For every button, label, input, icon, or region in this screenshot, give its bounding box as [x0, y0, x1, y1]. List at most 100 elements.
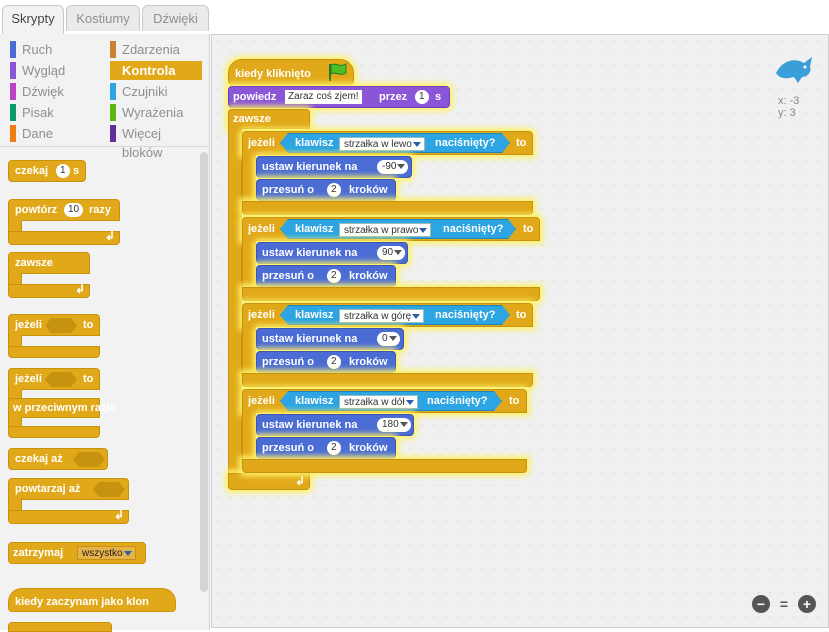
category-control[interactable]: Kontrola [110, 61, 202, 80]
sprite-thumbnail [776, 57, 812, 83]
block-label: powtarzaj aż [15, 483, 81, 495]
partial-block [8, 622, 112, 632]
category-pen[interactable]: Pisak [10, 103, 100, 122]
block-label: naciśnięty? [435, 309, 496, 321]
category-data[interactable]: Dane [10, 124, 100, 143]
key-dropdown[interactable]: strzałka w górę [339, 309, 424, 323]
block-label: jeżeli [15, 373, 42, 385]
block-label: kroków [349, 270, 388, 282]
loop-arrow-icon: ↲ [75, 282, 86, 296]
when-start-as-clone-block[interactable]: kiedy zaczynam jako klon [8, 588, 176, 612]
block-label: kroków [349, 184, 388, 196]
script-area[interactable]: x: -3 y: 3 kiedy kliknięto powiedz Zaraz… [211, 34, 829, 628]
tab-scripts[interactable]: Skrypty [2, 5, 64, 35]
if-footer [242, 459, 527, 473]
block-label: klawisz [295, 223, 334, 235]
move-steps-block[interactable]: przesuń o 2 kroków [256, 437, 396, 459]
zoom-in-button[interactable]: + [798, 595, 816, 613]
if-footer [242, 201, 533, 215]
category-sound[interactable]: Dźwięk [10, 82, 100, 101]
block-label: zatrzymaj [13, 547, 64, 559]
block-label: przesuń o [262, 184, 314, 196]
category-label: Dane [22, 126, 54, 141]
move-steps-block[interactable]: przesuń o 2 kroków [256, 351, 396, 373]
boolean-slot[interactable] [73, 452, 105, 467]
block-label: naciśnięty? [427, 395, 488, 407]
number-input[interactable]: 2 [327, 355, 341, 369]
block-label: powiedz [233, 91, 277, 103]
category-motion[interactable]: Ruch [10, 40, 100, 59]
block-label: w przeciwnym razie [13, 402, 116, 414]
if-header: jeżeli to [8, 314, 100, 336]
number-input[interactable]: 10 [64, 203, 84, 217]
block-label: naciśnięty? [443, 223, 504, 235]
block-label: klawisz [295, 395, 334, 407]
number-input[interactable]: 2 [327, 441, 341, 455]
move-steps-block[interactable]: przesuń o 2 kroków [256, 179, 396, 201]
point-in-direction-block[interactable]: ustaw kierunek na 0 [256, 328, 404, 350]
block-label: jeżeli [15, 319, 42, 331]
zoom-reset-button[interactable]: = [775, 595, 793, 613]
block-label: klawisz [295, 309, 334, 321]
direction-dropdown[interactable]: 90 [377, 246, 406, 260]
block-label: jeżeli [248, 223, 275, 235]
tab-costumes[interactable]: Kostiumy [66, 5, 140, 31]
point-in-direction-block[interactable]: ustaw kierunek na 90 [256, 242, 408, 264]
if-footer [8, 346, 100, 358]
key-pressed-sensor[interactable]: klawisz strzałka w dół naciśnięty? [280, 391, 502, 411]
block-label: ustaw kierunek na [262, 247, 358, 259]
direction-dropdown[interactable]: 0 [377, 332, 400, 346]
say-text-input[interactable]: Zaraz coś zjem! [285, 90, 362, 104]
forever-footer: ↲ [8, 282, 90, 298]
key-pressed-sensor[interactable]: klawisz strzałka w prawo naciśnięty? [280, 219, 516, 239]
block-label: razy [89, 204, 112, 216]
point-in-direction-block[interactable]: ustaw kierunek na 180 [256, 414, 414, 436]
boolean-slot[interactable] [93, 482, 125, 497]
direction-dropdown[interactable]: -90 [377, 160, 409, 174]
divider [0, 146, 210, 147]
zoom-out-button[interactable]: − [752, 595, 770, 613]
block-label: kiedy kliknięto [235, 68, 311, 80]
move-steps-block[interactable]: przesuń o 2 kroków [256, 265, 396, 287]
when-flag-clicked-block[interactable]: kiedy kliknięto [228, 59, 354, 85]
tab-bar: Skrypty Kostiumy Dźwięki [0, 0, 829, 35]
number-input[interactable]: 2 [327, 269, 341, 283]
block-label: kroków [349, 356, 388, 368]
block-label: kroków [349, 442, 388, 454]
category-events[interactable]: Zdarzenia [110, 40, 202, 59]
category-looks[interactable]: Wygląd [10, 61, 100, 80]
block-label: klawisz [295, 137, 334, 149]
if-arm [242, 326, 256, 378]
if-footer [242, 287, 540, 301]
block-label: zawsze [15, 257, 53, 269]
wait-until-block[interactable]: czekaj aż [8, 448, 108, 470]
if-arm [242, 412, 256, 464]
tab-sounds[interactable]: Dźwięki [142, 5, 209, 31]
say-for-secs-block[interactable]: powiedz Zaraz coś zjem! przez 1 s [228, 86, 450, 108]
wait-block[interactable]: czekaj 1 s [8, 160, 86, 182]
key-dropdown[interactable]: strzałka w dół [339, 395, 418, 409]
key-pressed-sensor[interactable]: klawisz strzałka w górę naciśnięty? [280, 305, 510, 325]
direction-dropdown[interactable]: 180 [377, 418, 411, 432]
category-label: Zdarzenia [122, 42, 180, 57]
key-dropdown[interactable]: strzałka w lewo [339, 137, 425, 151]
number-input[interactable]: 2 [327, 183, 341, 197]
boolean-slot[interactable] [45, 372, 77, 387]
stop-option-dropdown[interactable]: wszystko [77, 546, 136, 560]
number-input[interactable]: 1 [56, 164, 70, 178]
category-label: Czujniki [122, 84, 168, 99]
key-pressed-sensor[interactable]: klawisz strzałka w lewo naciśnięty? [280, 133, 510, 153]
category-label: Wygląd [22, 63, 66, 78]
point-in-direction-block[interactable]: ustaw kierunek na -90 [256, 156, 412, 178]
palette-scrollbar[interactable] [200, 152, 208, 592]
boolean-slot[interactable] [45, 318, 77, 333]
block-label: to [83, 319, 94, 331]
category-more-blocks[interactable]: Więcej bloków [110, 124, 202, 160]
stop-block[interactable]: zatrzymaj wszystko [8, 542, 146, 564]
category-operators[interactable]: Wyrażenia [110, 103, 202, 122]
number-input[interactable]: 1 [415, 90, 429, 104]
key-dropdown[interactable]: strzałka w prawo [339, 223, 431, 237]
category-label: Wyrażenia [122, 105, 184, 120]
block-label: jeżeli [248, 395, 275, 407]
category-sensing[interactable]: Czujniki [110, 82, 202, 101]
